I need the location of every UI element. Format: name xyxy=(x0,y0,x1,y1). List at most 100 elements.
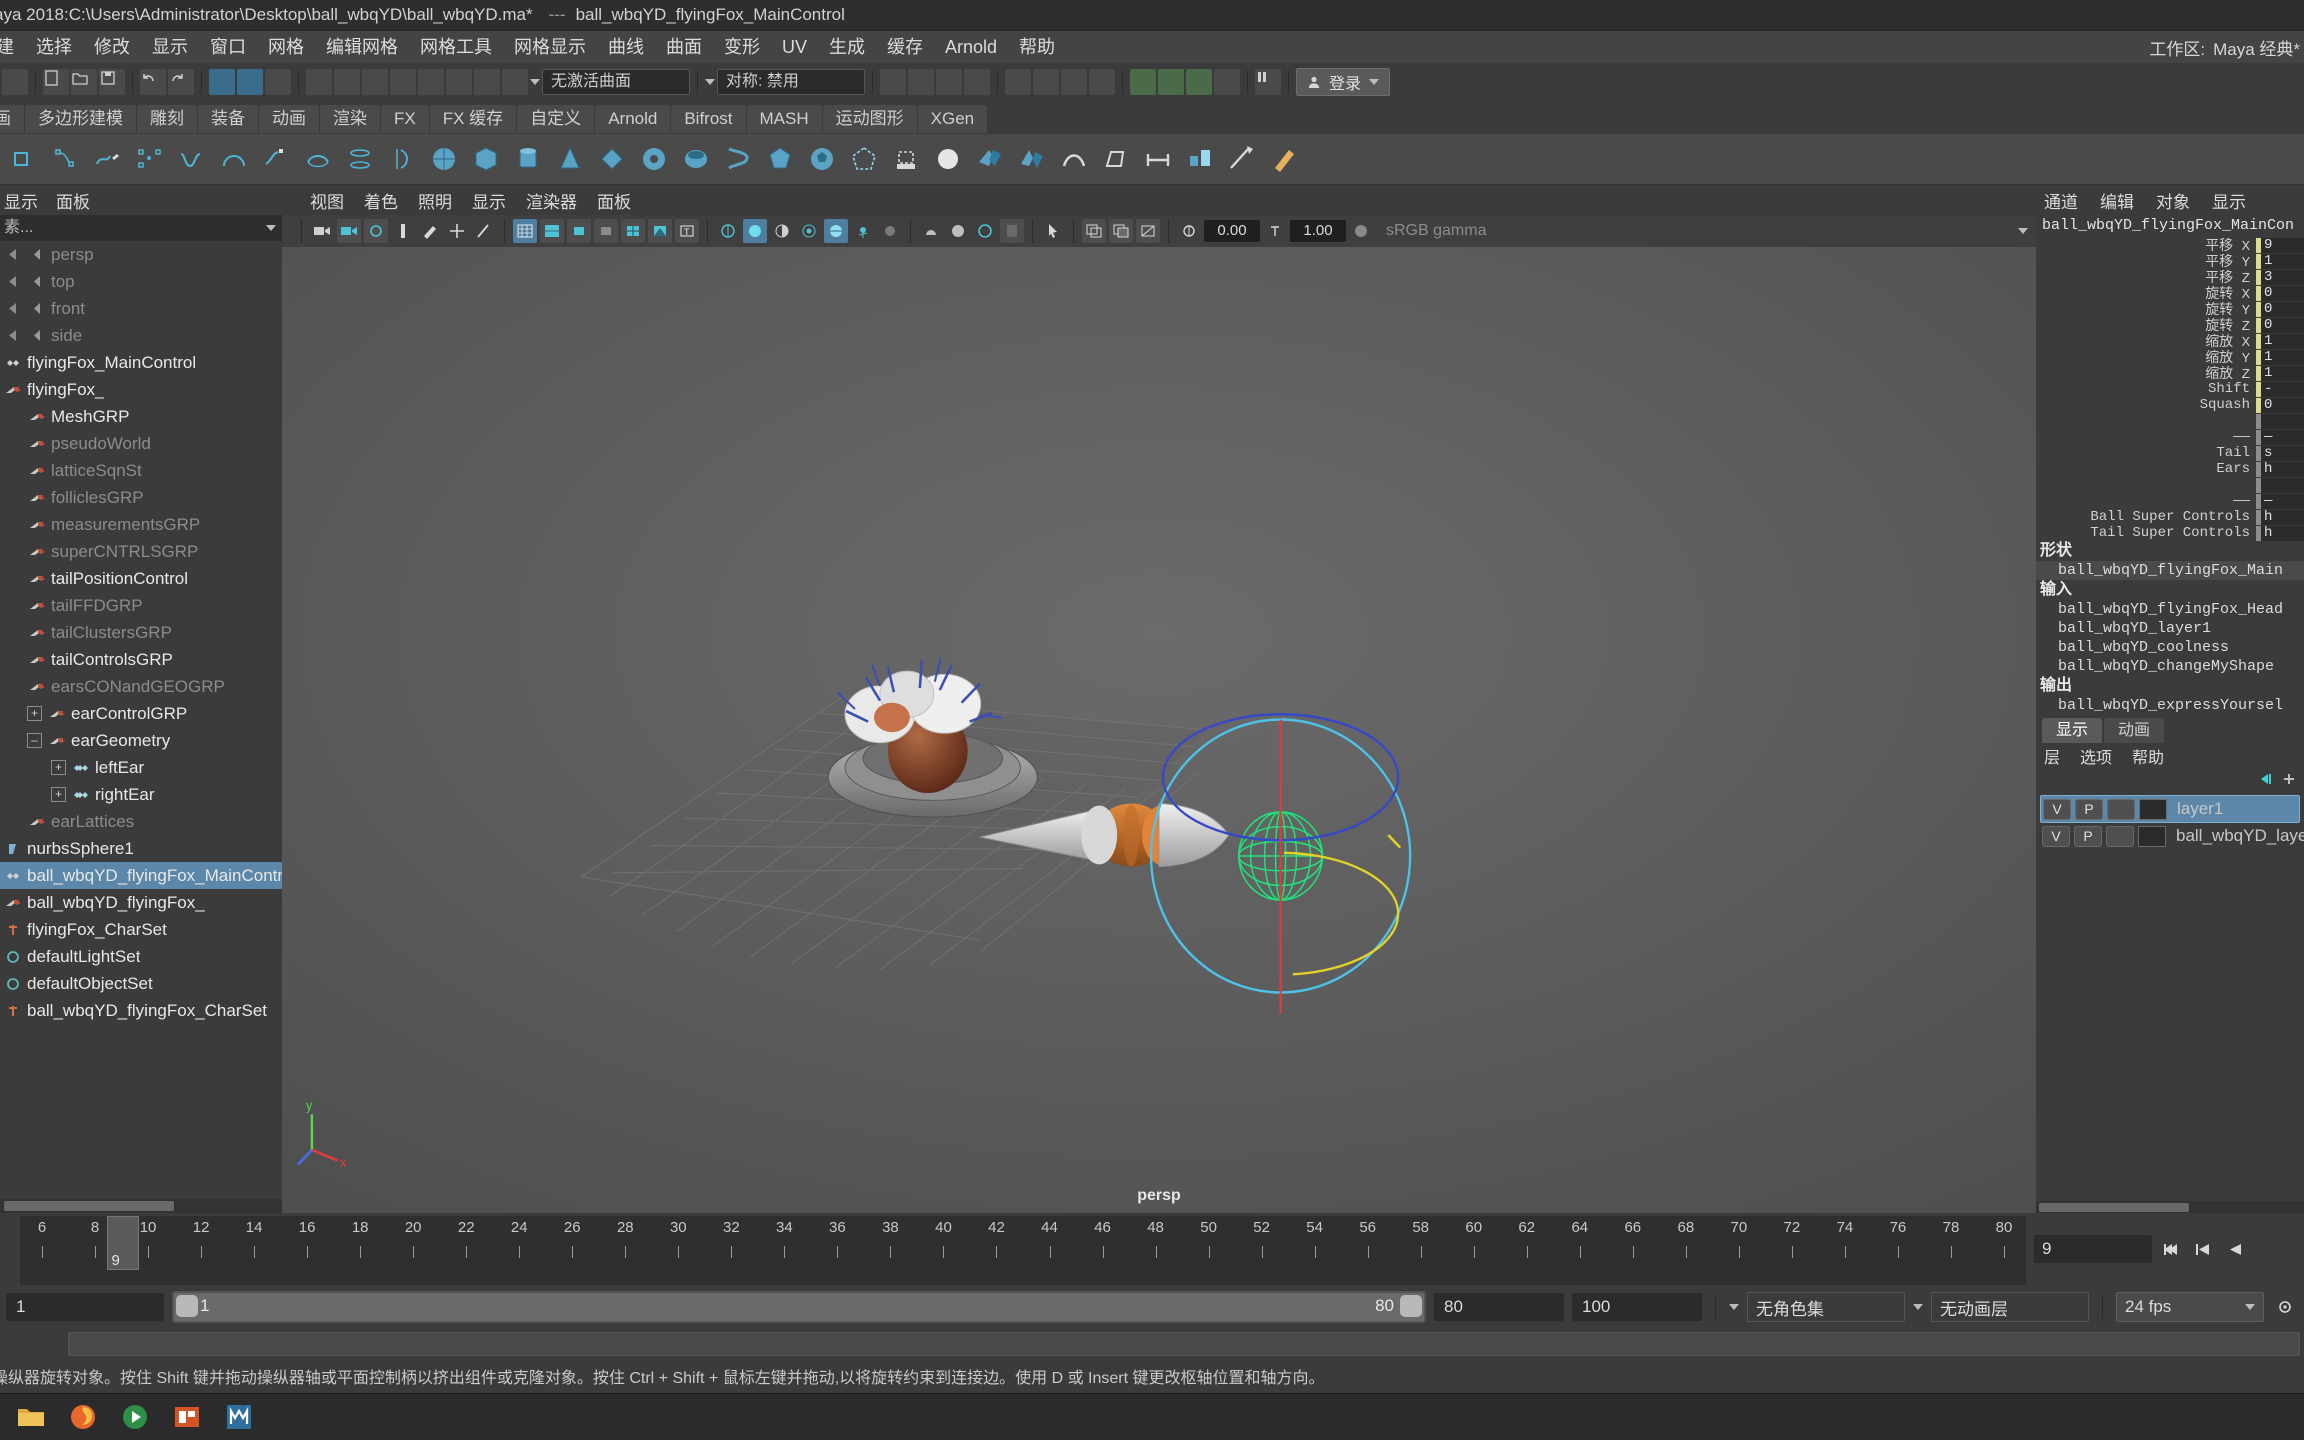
channelbox-row[interactable]: Ears h xyxy=(2036,461,2304,477)
pause-button[interactable] xyxy=(1255,69,1281,95)
layer-color-swatch[interactable] xyxy=(2139,798,2167,820)
curve-edit-icon[interactable] xyxy=(258,141,294,177)
curve-arc-icon[interactable] xyxy=(216,141,252,177)
outliner-item-earsconandgeogrp[interactable]: earsCONandGEOGRP xyxy=(0,673,282,700)
menu-item-deform[interactable]: 变形 xyxy=(713,31,771,63)
channelbox-row[interactable]: 旋转 Y0 xyxy=(2036,301,2304,319)
menu-item-display[interactable]: 显示 xyxy=(141,31,199,63)
combine-icon[interactable] xyxy=(972,141,1008,177)
select-camera-icon[interactable] xyxy=(310,219,334,243)
channelbox-attr-value[interactable]: 9 xyxy=(2256,237,2304,253)
select-by-component-button[interactable] xyxy=(265,69,291,95)
use-default-material-icon[interactable]: T xyxy=(675,219,699,243)
channelbox-attr-value[interactable]: 1 xyxy=(2256,349,2304,365)
collapse-icon[interactable]: – xyxy=(27,733,42,748)
outliner-search-field[interactable]: 素... xyxy=(0,215,282,241)
menu-item-select[interactable]: 选择 xyxy=(25,31,83,63)
gamma-icon[interactable] xyxy=(1263,219,1287,243)
channelbox-row[interactable]: Shift - xyxy=(2036,381,2304,397)
channelbox-menu-edit[interactable]: 编辑 xyxy=(2100,188,2134,213)
screen-space-ao-icon[interactable] xyxy=(797,219,821,243)
camera-attributes-icon[interactable] xyxy=(337,219,361,243)
viewport-menu-lighting[interactable]: 照明 xyxy=(408,188,462,213)
xray-joints-icon[interactable] xyxy=(878,219,902,243)
timeline-current-frame-indicator[interactable]: 9 xyxy=(106,1216,139,1270)
channelbox-attr-value[interactable]: 1 xyxy=(2256,333,2304,349)
render-current-frame-button[interactable] xyxy=(1005,69,1031,95)
shaded-wireframe-icon[interactable] xyxy=(621,219,645,243)
outliner-item-tailpositioncontrol[interactable]: tailPositionControl xyxy=(0,565,282,592)
bridge-icon[interactable] xyxy=(1140,141,1176,177)
select-by-hierarchy-button[interactable] xyxy=(209,69,235,95)
mesh-plane-icon[interactable] xyxy=(594,141,630,177)
channelbox-shape-node[interactable]: ball_wbqYD_flyingFox_Main xyxy=(2036,561,2304,580)
layer-visibility-toggle[interactable]: V xyxy=(2043,798,2071,820)
mesh-cylinder-icon[interactable] xyxy=(510,141,546,177)
shelf-tab-motion-graphics[interactable]: 运动图形 xyxy=(822,105,917,133)
viewport-menu-shading[interactable]: 着色 xyxy=(354,188,408,213)
layer-type-toggle[interactable] xyxy=(2107,798,2135,820)
outliner-item-defaultlightset[interactable]: defaultLightSet xyxy=(0,943,282,970)
channelbox-input-node[interactable]: ball_wbqYD_changeMyShape xyxy=(2036,657,2304,676)
menu-item-mesh[interactable]: 网格 xyxy=(257,31,315,63)
chevron-left-icon[interactable] xyxy=(3,330,23,341)
separate-icon[interactable] xyxy=(1014,141,1050,177)
undo-button[interactable] xyxy=(140,69,166,95)
surface-loft-icon[interactable] xyxy=(342,141,378,177)
image-plane-icon[interactable] xyxy=(391,219,415,243)
channelbox-row[interactable]: —— — xyxy=(2036,493,2304,509)
make-live-button[interactable] xyxy=(502,69,528,95)
render-settings-button[interactable] xyxy=(1061,69,1087,95)
symmetry-field[interactable]: 对称: 禁用 xyxy=(717,69,865,95)
channelbox-row[interactable]: Squash 0 xyxy=(2036,397,2304,413)
isolate-select-icon[interactable] xyxy=(919,219,943,243)
select-tool-icon[interactable] xyxy=(1041,219,1065,243)
layer-row[interactable]: VPball_wbqYD_layer1 xyxy=(2040,823,2304,849)
command-input-field[interactable] xyxy=(68,1332,2300,1356)
channelbox-attr-value[interactable]: 1 xyxy=(2256,253,2304,269)
channelbox-attr-value[interactable]: h xyxy=(2256,509,2304,525)
wireframe-shading-icon[interactable] xyxy=(513,219,537,243)
outliner-item-eargeometry[interactable]: – earGeometry xyxy=(0,727,282,754)
layer-color-swatch[interactable] xyxy=(2138,825,2166,847)
shelf-tab-animation[interactable]: 动画 xyxy=(259,105,319,133)
render-region-icon[interactable] xyxy=(1082,219,1106,243)
fps-combo[interactable]: 24 fps xyxy=(2116,1292,2264,1322)
go-to-start-button[interactable] xyxy=(2158,1237,2184,1261)
chevron-down-icon[interactable] xyxy=(2018,228,2028,234)
viewport-menu-show[interactable]: 显示 xyxy=(462,188,516,213)
menu-item-modify[interactable]: 修改 xyxy=(83,31,141,63)
channelbox-attribute-list[interactable]: 平移 X 9 平移 Y 1 平移 Z 3 旋转 X 0 旋转 Y 0 旋转 Z 0 缩放 X 1 缩放 Y1… xyxy=(2036,237,2304,541)
channelbox-row[interactable]: —— — xyxy=(2036,429,2304,445)
channelbox-row[interactable]: 旋转 X0 xyxy=(2036,285,2304,303)
layer-row[interactable]: V Player1 xyxy=(2040,795,2300,823)
shelf-tab-custom[interactable]: 自定义 xyxy=(517,105,595,133)
mesh-pipe-icon[interactable] xyxy=(678,141,714,177)
magnet-button[interactable] xyxy=(446,69,472,95)
outliner-item-flyingfox-maincontrol[interactable]: flyingFox_MainControl xyxy=(0,349,282,376)
chevron-left-icon[interactable] xyxy=(3,276,23,287)
expand-icon[interactable]: + xyxy=(51,760,66,775)
sculpt-icon[interactable] xyxy=(1266,141,1302,177)
shelf-tab-fx-cache[interactable]: FX 缓存 xyxy=(429,105,517,133)
shelf-tab-rendering[interactable]: 渲染 xyxy=(320,105,380,133)
maya-icon[interactable] xyxy=(222,1400,256,1434)
chevron-down-icon[interactable] xyxy=(705,79,715,85)
outliner-item-ball-wbqyd-flyingfox-[interactable]: ball_wbqYD_flyingFox_ xyxy=(0,889,282,916)
range-start-handle[interactable] xyxy=(176,1295,198,1317)
motion-blur-icon[interactable] xyxy=(824,219,848,243)
layer-visibility-toggle[interactable]: V xyxy=(2042,825,2070,847)
outliner-item-front[interactable]: front xyxy=(0,295,282,322)
channelbox-input-node[interactable]: ball_wbqYD_layer1 xyxy=(2036,619,2304,638)
mesh-soccerball-icon[interactable] xyxy=(804,141,840,177)
menu-item-mesh-tools[interactable]: 网格工具 xyxy=(409,31,503,63)
outliner-item-supercntrlsgrp[interactable]: superCNTRLSGRP xyxy=(0,538,282,565)
channelbox-row[interactable]: 平移 Z3 xyxy=(2036,269,2304,287)
expand-icon[interactable]: + xyxy=(27,706,42,721)
outliner-item-tailffdgrp[interactable]: tailFFDGRP xyxy=(0,592,282,619)
open-scene-button[interactable] xyxy=(71,69,97,95)
exposure-icon[interactable] xyxy=(1177,219,1201,243)
gate-mask-icon[interactable] xyxy=(1000,219,1024,243)
snap-pivot-button[interactable] xyxy=(474,69,500,95)
outliner-item-rightear[interactable]: + rightEar xyxy=(0,781,282,808)
